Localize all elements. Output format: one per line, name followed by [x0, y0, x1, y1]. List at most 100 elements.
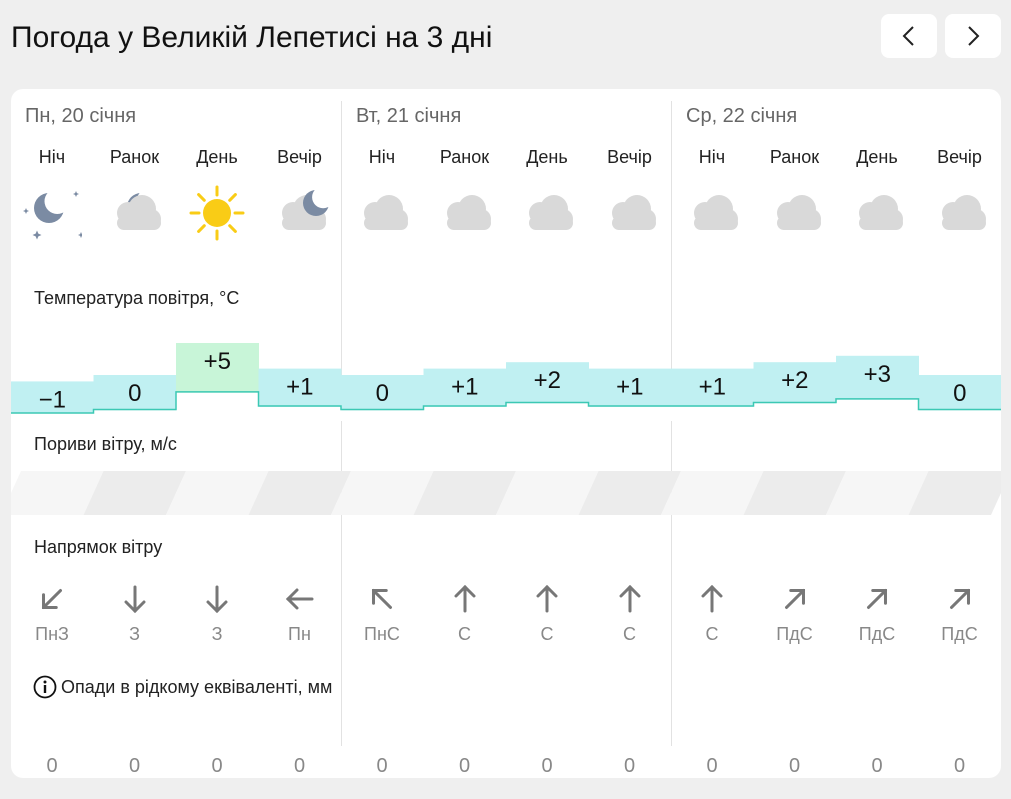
temperature-value: +1: [699, 374, 726, 401]
temperature-value: 0: [376, 380, 389, 407]
temperature-mask: [506, 403, 589, 421]
wind-direction: [836, 581, 918, 619]
prev-button[interactable]: [881, 14, 937, 58]
temperature-value: +1: [616, 374, 643, 401]
period-label: Ніч: [368, 147, 396, 167]
next-button[interactable]: [945, 14, 1001, 58]
wind-direction: [176, 581, 258, 619]
wind-arrow-icon: [784, 589, 805, 609]
wind-direction: [11, 581, 93, 619]
temperature-mask: [753, 403, 837, 421]
wind-direction-label: ПнЗ: [35, 624, 69, 644]
precip-value: 0: [706, 755, 718, 777]
precip-heading: Опади в рідкому еквіваленті, мм: [61, 676, 333, 697]
cloud-moon-icon: [281, 186, 330, 230]
precip-value: 0: [871, 755, 883, 777]
temperature-mask: [341, 410, 424, 421]
wind-direction-label: С: [705, 624, 719, 644]
wind-direction: [919, 581, 1001, 619]
temperature-value: +3: [864, 361, 891, 388]
wind-direction: [671, 581, 753, 619]
wind-arrow-icon: [206, 585, 228, 614]
precip-value: 0: [458, 755, 471, 777]
temperature-mask: [258, 406, 342, 421]
day-label: Вт, 21 січня: [356, 105, 462, 127]
precip-heading-row: Опади в рідкому еквіваленті, мм: [33, 675, 332, 699]
temperature-value: 0: [128, 380, 141, 407]
wind-arrow-icon: [454, 584, 475, 613]
wind-direction-label: С: [540, 624, 554, 644]
precip-value: 0: [953, 755, 966, 777]
wind-direction: [259, 581, 341, 619]
temperature-mask: [918, 410, 1001, 421]
temperature-mask: [11, 413, 94, 421]
temperature-value: +1: [451, 374, 478, 401]
wind-direction-label: ПдС: [776, 624, 813, 644]
precip-value: 0: [623, 755, 636, 777]
period-label: Вечір: [937, 147, 982, 167]
precip-value: 0: [211, 755, 223, 777]
chevron-right-icon: [968, 26, 980, 46]
temperature-heading: Температура повітря, °C: [34, 288, 240, 308]
precip-value: 0: [128, 755, 141, 777]
period-label: Ніч: [698, 147, 726, 167]
day-divider: [671, 101, 672, 746]
day-label: Пн, 20 січня: [25, 105, 137, 127]
wind-direction: [94, 581, 176, 619]
period-label: Ранок: [769, 147, 820, 167]
wind-direction: [589, 581, 671, 619]
temperature-value: −1: [39, 386, 66, 413]
wind-arrow-icon: [536, 584, 558, 613]
temperature-mask: [671, 406, 754, 421]
precip-value: 0: [541, 755, 553, 777]
wind-direction-label: ПдС: [858, 624, 896, 644]
temperature-value: +2: [534, 367, 561, 394]
cloud-icon: [446, 195, 491, 230]
cloud-icon: [859, 195, 903, 230]
period-label: День: [526, 147, 568, 167]
temperature-mask: [836, 399, 919, 421]
temperature-value: 0: [953, 380, 966, 407]
temperature-mask: [176, 392, 259, 421]
gusts-background: [11, 471, 1001, 515]
period-label: Вечір: [607, 147, 652, 167]
wind-arrow-icon: [867, 589, 887, 609]
precip-value: 0: [376, 755, 388, 777]
moon-cloud-icon: [116, 188, 161, 230]
wind-arrow-icon: [619, 584, 640, 613]
wind-direction-label: ПдС: [941, 624, 978, 644]
page-title: Погода у Великій Лепетисі на 3 дні: [11, 21, 493, 54]
wind-direction: [424, 581, 506, 619]
wind-arrow-icon: [285, 588, 313, 610]
wind-direction: [754, 581, 836, 619]
period-label: Ранок: [439, 147, 490, 167]
wind-direction-label: С: [458, 624, 471, 644]
temperature-mask: [93, 410, 177, 421]
day-label: Ср, 22 січня: [686, 105, 798, 127]
cloud-icon: [364, 195, 408, 230]
temperature-value: +2: [781, 367, 808, 394]
wind-arrow-icon: [372, 589, 392, 609]
temperature-value: +1: [286, 374, 313, 401]
cloud-icon: [941, 195, 986, 230]
cloud-icon: [611, 195, 656, 230]
cloud-icon: [776, 195, 821, 230]
wind-direction: [341, 581, 423, 619]
sun-icon: [189, 185, 245, 241]
wind-arrow-icon: [42, 589, 62, 609]
wind-direction-label: З: [211, 624, 223, 644]
period-label: День: [196, 147, 238, 167]
info-icon[interactable]: [33, 675, 57, 699]
temperature-chart: −1 0 +5 +1 0 +1 +2 +1 +1 +2 +3 0: [11, 343, 1001, 421]
precip-value: 0: [788, 755, 801, 777]
cloud-icon: [694, 195, 738, 230]
wind-direction-label: З: [129, 624, 140, 644]
temperature-value: +5: [204, 348, 231, 375]
period-label: Ранок: [109, 147, 160, 167]
gusts-heading: Пориви вітру, м/с: [34, 434, 177, 454]
direction-heading: Напрямок вітру: [34, 537, 163, 557]
precip-value: 0: [293, 755, 306, 777]
temperature-mask: [423, 406, 507, 421]
temperature-mask: [588, 406, 672, 421]
cloud-icon: [529, 195, 573, 230]
